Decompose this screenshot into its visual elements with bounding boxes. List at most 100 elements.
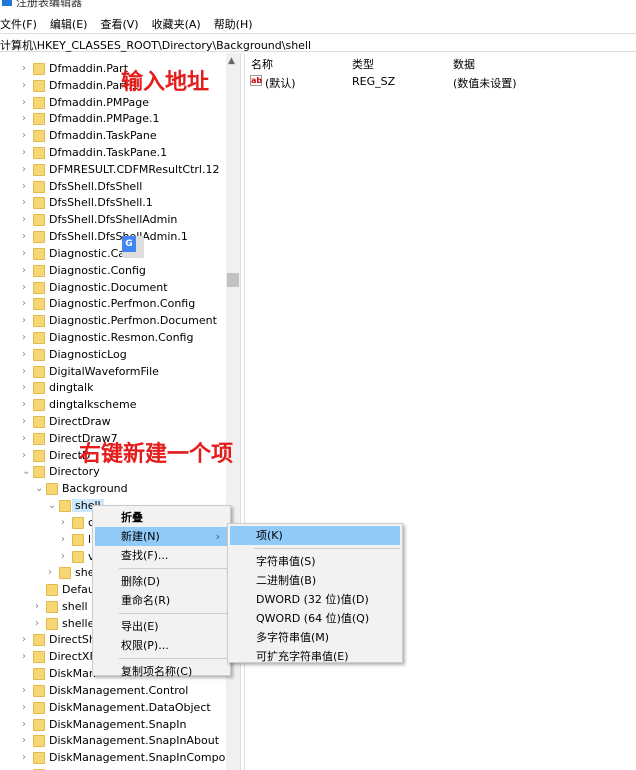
tree-item[interactable]: › dingtalk [0, 380, 226, 397]
menu-item-label: DWORD (32 位)值(D) [256, 593, 369, 606]
chevron-right-icon[interactable]: › [35, 601, 45, 613]
chevron-right-icon[interactable]: › [22, 416, 32, 428]
menu-item[interactable]: 折叠 [95, 508, 228, 527]
chevron-right-icon[interactable]: › [22, 450, 32, 462]
chevron-down-icon[interactable]: ⌄ [22, 466, 32, 478]
tree-item[interactable]: › dingtalkscheme [0, 397, 226, 414]
chevron-right-icon[interactable]: › [22, 164, 32, 176]
tree-item[interactable]: › Diagnostic.Resmon.Config [0, 330, 226, 347]
chevron-right-icon[interactable]: › [61, 534, 71, 546]
chevron-right-icon[interactable]: › [22, 248, 32, 260]
menu-4[interactable]: 帮助(H) [214, 14, 253, 32]
chevron-right-icon[interactable]: › [61, 551, 71, 563]
tree-item[interactable]: › Diagnostic.Perfmon.Document [0, 313, 226, 330]
chevron-right-icon[interactable]: › [22, 197, 32, 209]
google-translate-icon[interactable]: G [122, 236, 144, 258]
tree-item[interactable]: › Diagnostic.Cab [0, 246, 226, 263]
menu-item[interactable]: 项(K) [230, 526, 400, 545]
scroll-thumb[interactable] [227, 273, 239, 287]
chevron-right-icon[interactable]: › [22, 752, 32, 764]
address-bar[interactable]: 计算机\HKEY_CLASSES_ROOT\Directory\Backgrou… [0, 33, 636, 52]
column-header-name[interactable]: 名称 [251, 56, 273, 72]
menu-item[interactable]: 导出(E) [95, 617, 228, 636]
chevron-down-icon[interactable]: ⌄ [35, 483, 45, 495]
tree-item[interactable]: › DfsShell.DfsShellAdmin.1 [0, 229, 226, 246]
menu-item-label: 权限(P)... [121, 639, 169, 652]
chevron-right-icon[interactable]: › [22, 97, 32, 109]
chevron-right-icon[interactable]: › [22, 332, 32, 344]
tree-item[interactable]: › DiskManagement.DataObject [0, 700, 226, 717]
tree-item-label: Background [62, 482, 128, 495]
menu-item[interactable]: 二进制值(B) [230, 571, 400, 590]
chevron-down-icon[interactable]: ⌄ [48, 500, 58, 512]
tree-item[interactable]: › DiskManagement.SnapInComponen [0, 750, 226, 767]
menu-0[interactable]: 文件(F) [0, 14, 37, 32]
menu-item[interactable]: 重命名(R) [95, 591, 228, 610]
menu-item[interactable]: 可扩充字符串值(E) [230, 647, 400, 666]
scroll-up-icon[interactable]: ▲ [228, 56, 235, 66]
menu-item[interactable]: 字符串值(S) [230, 552, 400, 571]
tree-item[interactable]: › Dfmaddin.PMPage.1 [0, 111, 226, 128]
value-name[interactable]: (默认) [265, 75, 296, 91]
tree-item[interactable]: › Diagnostic.Perfmon.Config [0, 296, 226, 313]
chevron-right-icon[interactable]: › [22, 282, 32, 294]
tree-item[interactable]: › DfsShell.DfsShellAdmin [0, 212, 226, 229]
menu-3[interactable]: 收藏夹(A) [152, 14, 201, 32]
menu-item[interactable]: 多字符串值(M) [230, 628, 400, 647]
folder-icon [46, 483, 58, 495]
tree-item[interactable]: › Dfmaddin.TaskPane [0, 128, 226, 145]
menu-bar: 文件(F) 编辑(E) 查看(V) 收藏夹(A) 帮助(H) [0, 14, 266, 32]
tree-item[interactable]: › DigitalWaveformFile [0, 364, 226, 381]
column-header-data[interactable]: 数据 [453, 56, 475, 72]
menu-2[interactable]: 查看(V) [100, 14, 138, 32]
chevron-right-icon[interactable]: › [22, 214, 32, 226]
chevron-right-icon[interactable]: › [35, 618, 45, 630]
chevron-right-icon[interactable]: › [22, 651, 32, 663]
tree-item[interactable]: › Diagnostic.Config [0, 263, 226, 280]
menu-item[interactable]: 删除(D) [95, 572, 228, 591]
chevron-right-icon[interactable]: › [22, 735, 32, 747]
tree-item[interactable]: › Dfmaddin.TaskPane.1 [0, 145, 226, 162]
menu-item[interactable]: 权限(P)... [95, 636, 228, 655]
chevron-right-icon[interactable]: › [22, 63, 32, 75]
chevron-right-icon[interactable]: › [22, 685, 32, 697]
chevron-right-icon[interactable]: › [22, 130, 32, 142]
menu-item[interactable]: 查找(F)... [95, 546, 228, 565]
chevron-right-icon[interactable]: › [22, 80, 32, 92]
menu-item[interactable]: 新建(N) › [95, 527, 228, 546]
tree-item[interactable]: › Diagnostic.Document [0, 280, 226, 297]
tree-item[interactable]: ⌄ Background [0, 481, 226, 498]
chevron-right-icon[interactable]: › [22, 366, 32, 378]
menu-1[interactable]: 编辑(E) [50, 14, 88, 32]
chevron-right-icon[interactable]: › [22, 113, 32, 125]
menu-item[interactable]: DWORD (32 位)值(D) [230, 590, 400, 609]
chevron-right-icon[interactable]: › [48, 567, 58, 579]
chevron-right-icon[interactable]: › [22, 634, 32, 646]
tree-item[interactable]: › DiskManagement.SnapInAbout [0, 733, 226, 750]
tree-item-label: shell [62, 600, 88, 613]
chevron-right-icon[interactable]: › [22, 382, 32, 394]
chevron-right-icon[interactable]: › [22, 265, 32, 277]
menu-item[interactable]: 复制项名称(C) [95, 662, 228, 681]
tree-item[interactable]: › DfsShell.DfsShell.1 [0, 195, 226, 212]
tree-item[interactable]: › DFMRESULT.CDFMResultCtrl.12 [0, 162, 226, 179]
menu-item[interactable]: QWORD (64 位)值(Q) [230, 609, 400, 628]
chevron-right-icon[interactable]: › [22, 349, 32, 361]
tree-item[interactable]: › DirectDraw [0, 414, 226, 431]
tree-item[interactable]: › DfsShell.DfsShell [0, 179, 226, 196]
tree-item[interactable]: › DiskManagement.SnapIn [0, 717, 226, 734]
chevron-right-icon[interactable]: › [22, 315, 32, 327]
tree-item[interactable]: › DiagnosticLog [0, 347, 226, 364]
column-header-type[interactable]: 类型 [352, 56, 374, 72]
chevron-right-icon[interactable]: › [22, 181, 32, 193]
chevron-right-icon[interactable]: › [22, 231, 32, 243]
chevron-right-icon[interactable]: › [22, 719, 32, 731]
chevron-right-icon[interactable]: › [61, 517, 71, 529]
chevron-right-icon[interactable]: › [22, 399, 32, 411]
chevron-right-icon[interactable]: › [22, 298, 32, 310]
tree-item[interactable]: › DiskManagement.Control [0, 683, 226, 700]
tree-item[interactable]: › Dfmaddin.PMPage [0, 95, 226, 112]
chevron-right-icon[interactable]: › [22, 433, 32, 445]
chevron-right-icon[interactable]: › [22, 147, 32, 159]
chevron-right-icon[interactable]: › [22, 702, 32, 714]
